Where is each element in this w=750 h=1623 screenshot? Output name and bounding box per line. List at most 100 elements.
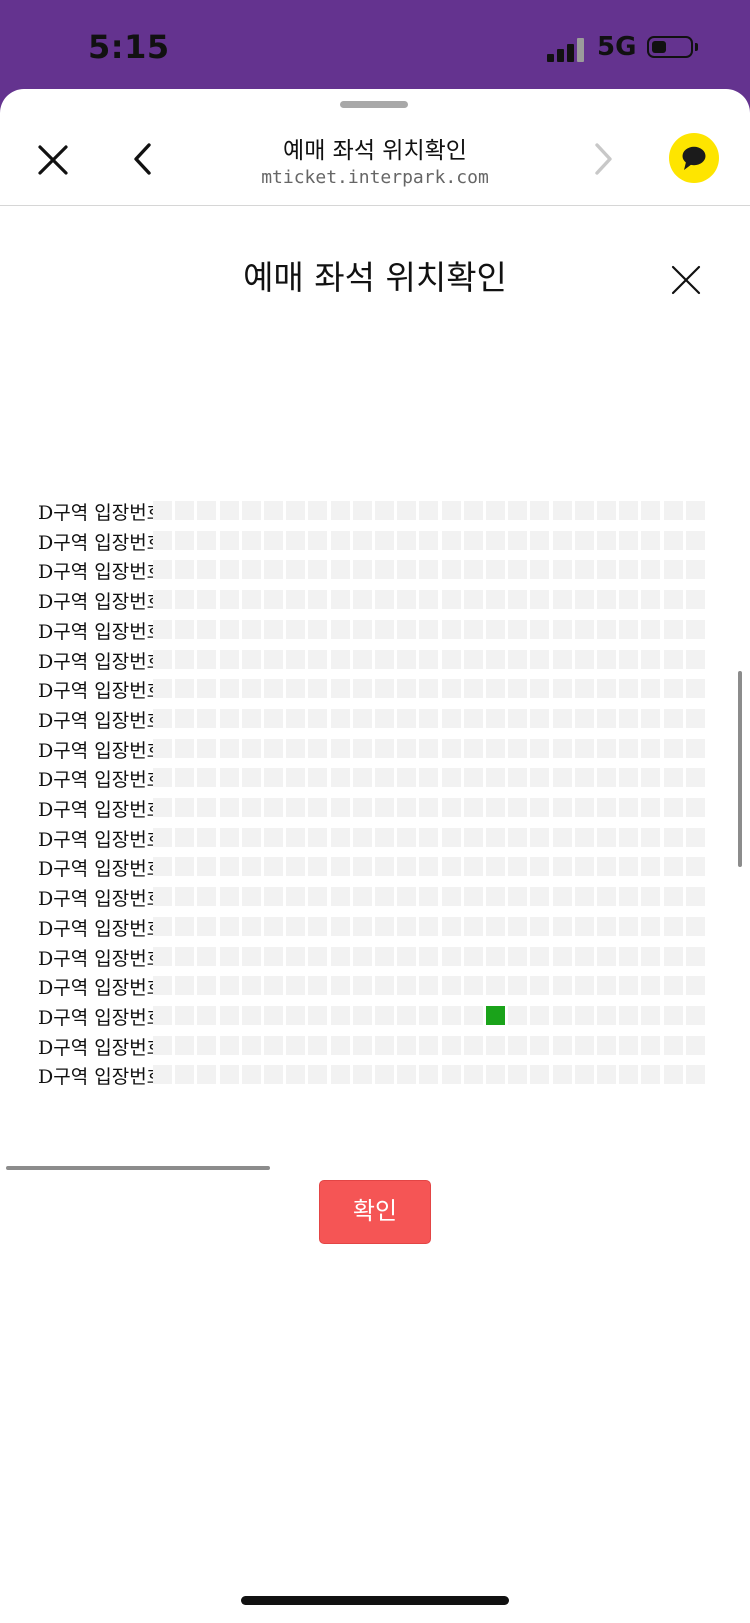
seat[interactable] bbox=[552, 946, 572, 966]
seat[interactable] bbox=[508, 530, 528, 550]
seat[interactable] bbox=[441, 590, 461, 610]
seat[interactable] bbox=[597, 590, 616, 610]
seat[interactable] bbox=[597, 649, 616, 669]
seat[interactable] bbox=[308, 738, 328, 758]
seat[interactable] bbox=[508, 887, 528, 907]
seat[interactable] bbox=[619, 916, 639, 936]
seat[interactable] bbox=[264, 501, 283, 520]
seat[interactable] bbox=[352, 738, 372, 758]
seat[interactable] bbox=[685, 1035, 705, 1055]
seat[interactable] bbox=[264, 708, 283, 728]
seat[interactable] bbox=[663, 798, 683, 817]
seat[interactable] bbox=[508, 1035, 528, 1055]
seat[interactable] bbox=[619, 619, 639, 639]
seat[interactable] bbox=[552, 530, 572, 550]
seat[interactable] bbox=[153, 560, 172, 580]
seat[interactable] bbox=[330, 976, 350, 996]
seat[interactable] bbox=[219, 946, 239, 966]
seat[interactable] bbox=[663, 679, 683, 699]
seat[interactable] bbox=[530, 768, 550, 788]
seat[interactable] bbox=[375, 798, 394, 817]
seat[interactable] bbox=[397, 768, 417, 788]
seat[interactable] bbox=[685, 768, 705, 788]
seat[interactable] bbox=[197, 916, 217, 936]
seat[interactable] bbox=[597, 679, 616, 699]
seat[interactable] bbox=[463, 827, 483, 847]
seat[interactable] bbox=[574, 649, 594, 669]
seat[interactable] bbox=[286, 798, 306, 817]
seat[interactable] bbox=[641, 798, 661, 817]
seat[interactable] bbox=[619, 1065, 639, 1085]
seat[interactable] bbox=[330, 619, 350, 639]
seat[interactable] bbox=[375, 679, 394, 699]
seat[interactable] bbox=[330, 649, 350, 669]
seat[interactable] bbox=[286, 530, 306, 550]
seat[interactable] bbox=[397, 916, 417, 936]
seat[interactable] bbox=[619, 560, 639, 580]
seat[interactable] bbox=[663, 738, 683, 758]
seat[interactable] bbox=[419, 1035, 439, 1055]
seat[interactable] bbox=[663, 946, 683, 966]
seat[interactable] bbox=[574, 530, 594, 550]
seat[interactable] bbox=[685, 798, 705, 817]
seat[interactable] bbox=[486, 887, 505, 907]
seat[interactable] bbox=[530, 649, 550, 669]
seat[interactable] bbox=[530, 916, 550, 936]
seat[interactable] bbox=[597, 619, 616, 639]
seat[interactable] bbox=[597, 798, 616, 817]
seat[interactable] bbox=[352, 560, 372, 580]
seat[interactable] bbox=[219, 530, 239, 550]
seat[interactable] bbox=[308, 798, 328, 817]
seat[interactable] bbox=[663, 887, 683, 907]
seat[interactable] bbox=[153, 738, 172, 758]
seat[interactable] bbox=[486, 590, 505, 610]
seat[interactable] bbox=[308, 1035, 328, 1055]
seat[interactable] bbox=[330, 1035, 350, 1055]
seat[interactable] bbox=[685, 679, 705, 699]
seat[interactable] bbox=[552, 619, 572, 639]
seat[interactable] bbox=[597, 768, 616, 788]
seat[interactable] bbox=[241, 530, 261, 550]
seat[interactable] bbox=[175, 768, 195, 788]
seat[interactable] bbox=[463, 1005, 483, 1025]
seat[interactable] bbox=[286, 768, 306, 788]
seat[interactable] bbox=[597, 946, 616, 966]
seat[interactable] bbox=[330, 1065, 350, 1085]
seat[interactable] bbox=[574, 827, 594, 847]
seat[interactable] bbox=[352, 1005, 372, 1025]
seat[interactable] bbox=[330, 946, 350, 966]
seat[interactable] bbox=[219, 916, 239, 936]
seat[interactable] bbox=[441, 976, 461, 996]
seat[interactable] bbox=[663, 827, 683, 847]
seat[interactable] bbox=[419, 827, 439, 847]
seat[interactable] bbox=[375, 738, 394, 758]
seat[interactable] bbox=[264, 916, 283, 936]
seat[interactable] bbox=[352, 976, 372, 996]
seat[interactable] bbox=[685, 530, 705, 550]
seat[interactable] bbox=[663, 501, 683, 520]
seat[interactable] bbox=[219, 768, 239, 788]
seat[interactable] bbox=[419, 530, 439, 550]
seat[interactable] bbox=[508, 768, 528, 788]
seat[interactable] bbox=[463, 946, 483, 966]
seat[interactable] bbox=[175, 1065, 195, 1085]
seat[interactable] bbox=[397, 976, 417, 996]
seat[interactable] bbox=[463, 857, 483, 877]
seat[interactable] bbox=[641, 768, 661, 788]
seat[interactable] bbox=[663, 916, 683, 936]
seat[interactable] bbox=[241, 1035, 261, 1055]
seat[interactable] bbox=[264, 946, 283, 966]
seat[interactable] bbox=[241, 738, 261, 758]
seat[interactable] bbox=[175, 1005, 195, 1025]
seat[interactable] bbox=[574, 708, 594, 728]
seat[interactable] bbox=[264, 1065, 283, 1085]
seat[interactable] bbox=[619, 1035, 639, 1055]
close-icon[interactable] bbox=[36, 143, 70, 177]
seat[interactable] bbox=[663, 560, 683, 580]
seat[interactable] bbox=[375, 1065, 394, 1085]
seat[interactable] bbox=[219, 857, 239, 877]
seat[interactable] bbox=[264, 976, 283, 996]
seat[interactable] bbox=[685, 916, 705, 936]
seat[interactable] bbox=[308, 887, 328, 907]
seat[interactable] bbox=[219, 560, 239, 580]
